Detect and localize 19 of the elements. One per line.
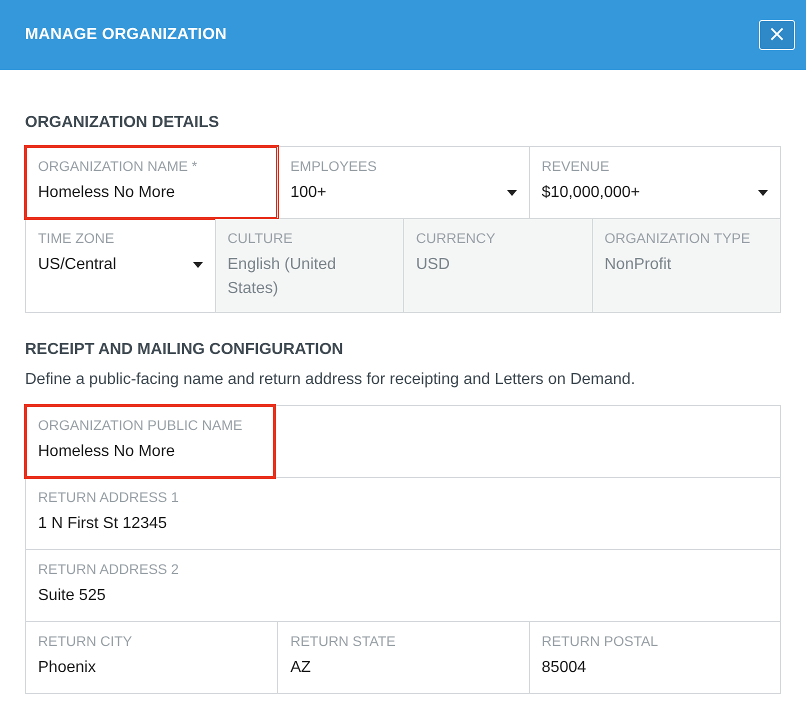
input-field[interactable]: ORGANIZATION NAME * Homeless No More — [26, 147, 278, 218]
input-field[interactable]: RETURN POSTAL 85004 — [530, 622, 780, 693]
section-description: Define a public-facing name and return address for receipting and Letters on Demand. — [25, 371, 636, 389]
input-field[interactable]: ORGANIZATION PUBLIC NAME Homeless No More — [26, 406, 274, 477]
caret-icon — [758, 190, 768, 196]
dropdown-field[interactable]: TIME ZONE US/Central — [26, 219, 214, 290]
dialog-title: MANAGE ORGANIZATION — [25, 26, 227, 44]
close-button[interactable]: × — [759, 20, 795, 50]
readonly-field: CULTURE English (United States) — [216, 219, 403, 312]
input-field[interactable]: RETURN STATE AZ — [278, 622, 529, 693]
caret-icon — [506, 190, 517, 196]
input-field[interactable]: RETURN ADDRESS 2 Suite 525 — [26, 550, 274, 621]
caret-icon — [192, 262, 202, 268]
input-field[interactable]: RETURN CITY Phoenix — [26, 622, 278, 693]
section-heading: RECEIPT AND MAILING CONFIGURATION — [25, 341, 344, 359]
input-field[interactable]: RETURN ADDRESS 1 1 N First St 12345 — [26, 478, 274, 549]
dropdown-field[interactable]: REVENUE $10,000,000+ — [530, 147, 780, 218]
dropdown-field[interactable]: EMPLOYEES 100+ — [278, 147, 529, 218]
section-heading: ORGANIZATION DETAILS — [25, 114, 220, 132]
